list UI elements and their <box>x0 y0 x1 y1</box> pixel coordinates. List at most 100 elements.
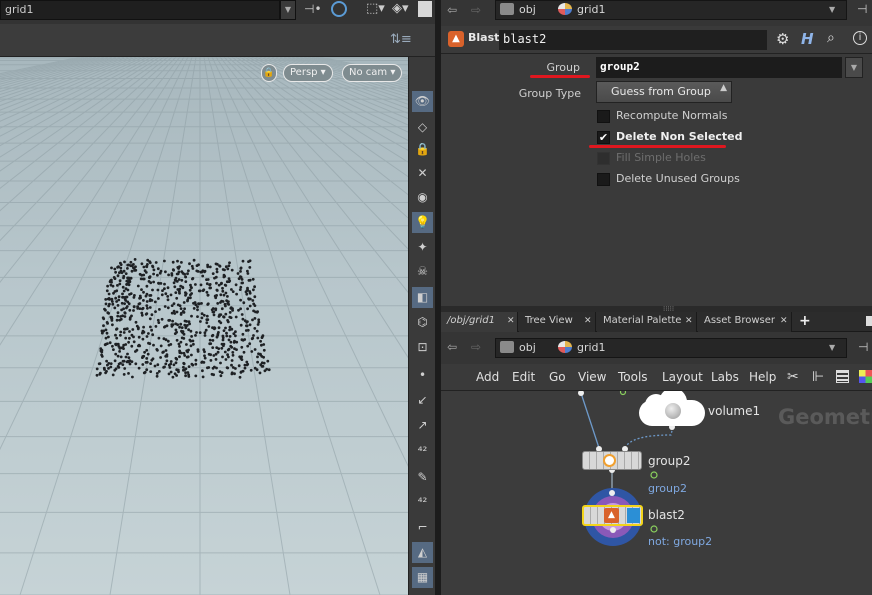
search-icon[interactable]: ⌕ <box>827 30 835 46</box>
background-icon[interactable]: ▦ <box>412 567 433 588</box>
group-node-icon <box>603 454 616 467</box>
volume1-label: volume1 <box>708 404 761 418</box>
viewport-tool-shelf: 👁 ◇ 🔒 ✕ ◉ 💡 ✦ ☠ ◧ ⌬ ⊡ • ↙ ↗ ⁴² ✎ ⁴² ⌐ ◭ … <box>408 57 435 595</box>
texture-icon[interactable]: ⊡ <box>412 337 433 358</box>
lock-icon[interactable]: 🔒 <box>412 139 433 160</box>
menu-go[interactable]: Go <box>549 370 566 384</box>
headlight-icon[interactable]: ✦ <box>412 237 433 258</box>
parameter-path-bar[interactable]: obj grid1 ▼ <box>495 0 847 20</box>
light-icon[interactable]: 💡 <box>412 212 433 233</box>
blast2-sublabel: not: group2 <box>648 535 713 548</box>
group2-sublabel: group2 <box>648 482 687 495</box>
sort-icon[interactable]: ⇅≡ <box>390 32 412 47</box>
color-palette-icon[interactable] <box>859 370 872 383</box>
back-arrow-icon[interactable]: ⇦ <box>447 340 457 354</box>
viewport-layout-icon[interactable] <box>418 1 432 17</box>
group2-node[interactable] <box>582 451 642 470</box>
display-shaded-icon[interactable]: 👁 <box>412 91 433 112</box>
path-grid1[interactable]: grid1 <box>558 339 606 357</box>
viewport-path-dropdown-icon[interactable]: ▼ <box>280 0 296 20</box>
forward-arrow-icon[interactable]: ⇨ <box>471 3 481 17</box>
vector-display-icon[interactable]: ↗ <box>412 415 433 436</box>
menu-view[interactable]: View <box>578 370 606 384</box>
display-options-icon[interactable]: ⬚▾ <box>366 1 385 16</box>
target-icon[interactable] <box>331 1 347 17</box>
viewport-path-field[interactable]: grid1 <box>0 0 280 20</box>
shading-mode-icon[interactable]: ◧ <box>412 287 433 308</box>
updown-arrows-icon: ▲ <box>720 83 727 93</box>
close-icon[interactable]: ✕ <box>507 316 515 326</box>
gear-icon[interactable]: ⚙ <box>776 30 789 48</box>
group-field[interactable]: group2 <box>596 57 842 78</box>
display-flag-icon[interactable] <box>627 508 640 523</box>
brush-icon[interactable]: ✎ <box>412 467 433 488</box>
network-path-bar[interactable]: obj grid1 ▼ <box>495 338 847 358</box>
view-mode-menu[interactable]: Persp ▾ <box>283 64 333 82</box>
view-lock-icon[interactable]: 🔒 <box>261 64 277 82</box>
point-display-icon[interactable]: • <box>412 365 433 386</box>
menu-edit[interactable]: Edit <box>512 370 535 384</box>
volume1-node[interactable] <box>639 391 705 426</box>
tab-asset-browser[interactable]: Asset Browser <box>698 312 792 332</box>
menu-labs[interactable]: Labs <box>711 370 739 384</box>
geometry-icon <box>558 341 572 353</box>
path-grid1[interactable]: grid1 <box>558 1 606 19</box>
menu-tools[interactable]: Tools <box>618 370 648 384</box>
camera-skull-icon[interactable]: ☠ <box>412 261 433 282</box>
render-options-icon[interactable]: ◈▾ <box>392 1 409 16</box>
recompute-normals-checkbox[interactable] <box>597 110 610 123</box>
network-editor[interactable]: volume1 Geometry group2 group2 ▲ blast2 … <box>441 391 872 595</box>
snap-icon[interactable]: ✕ <box>412 163 433 184</box>
viewport-secondary-toolbar <box>0 24 438 57</box>
visibility-icon[interactable]: ◉ <box>412 187 433 208</box>
normal-display-icon[interactable]: ↙ <box>412 390 433 411</box>
list-icon[interactable] <box>836 370 849 383</box>
group-dropdown-icon[interactable]: ▼ <box>845 57 863 78</box>
path-dropdown-icon[interactable]: ▼ <box>829 339 835 357</box>
path-obj[interactable]: obj <box>500 339 536 357</box>
group2-label: group2 <box>648 454 691 468</box>
geometry-icon <box>558 3 572 15</box>
fill-simple-holes-label: Fill Simple Holes <box>616 151 706 164</box>
path-obj[interactable]: obj <box>500 1 536 19</box>
context-watermark: Geometry <box>778 405 872 429</box>
delete-unused-groups-checkbox[interactable] <box>597 173 610 186</box>
shape-icon[interactable]: ◭ <box>412 542 433 563</box>
volume-sphere-icon <box>665 403 681 419</box>
pin-icon[interactable]: ⊣ <box>857 2 867 16</box>
menu-add[interactable]: Add <box>476 370 499 384</box>
3d-viewport[interactable] <box>0 57 408 595</box>
add-tab-icon[interactable]: + <box>799 313 811 329</box>
wrench-icon[interactable]: ✂ <box>787 369 799 385</box>
menu-layout[interactable]: Layout <box>662 370 703 384</box>
group-label: Group <box>546 61 581 74</box>
tree-layout-icon[interactable]: ⊩ <box>812 369 824 385</box>
path-dropdown-icon[interactable]: ▼ <box>829 1 835 19</box>
prim-numbers-icon[interactable]: ⁴² <box>412 492 433 513</box>
pane-menu-icon[interactable] <box>866 316 872 326</box>
ghost-icon[interactable]: ◇ <box>412 117 433 138</box>
close-icon[interactable]: ✕ <box>780 316 788 326</box>
info-icon[interactable]: i <box>853 31 867 45</box>
menu-help[interactable]: Help <box>749 370 776 384</box>
back-arrow-icon[interactable]: ⇦ <box>447 3 457 17</box>
pin-icon[interactable]: ⊣ <box>858 340 868 354</box>
delete-non-selected-checkbox[interactable]: ✔ <box>597 131 610 144</box>
pin-icon[interactable]: ⊣• <box>304 2 322 16</box>
node-type-label: Blast <box>468 31 500 44</box>
node-name-field[interactable]: blast2 <box>499 30 767 50</box>
close-icon[interactable]: ✕ <box>685 316 693 326</box>
group-type-value: Guess from Group <box>611 85 711 98</box>
group-type-label: Group Type <box>518 87 581 100</box>
blast2-node[interactable]: ▲ <box>582 505 643 526</box>
wireframe-icon[interactable]: ⌬ <box>412 312 433 333</box>
camera-menu[interactable]: No cam ▾ <box>342 64 403 82</box>
corner-icon[interactable]: ⌐ <box>412 517 433 538</box>
delete-unused-groups-label: Delete Unused Groups <box>616 172 740 185</box>
help-h-icon[interactable]: H <box>801 30 814 48</box>
forward-arrow-icon[interactable]: ⇨ <box>471 340 481 354</box>
point-numbers-icon[interactable]: ⁴² <box>412 441 433 462</box>
group-type-menu[interactable]: Guess from Group ▲ <box>596 81 732 103</box>
tab-material-palette[interactable]: Material Palette <box>597 312 697 332</box>
close-icon[interactable]: ✕ <box>584 316 592 326</box>
